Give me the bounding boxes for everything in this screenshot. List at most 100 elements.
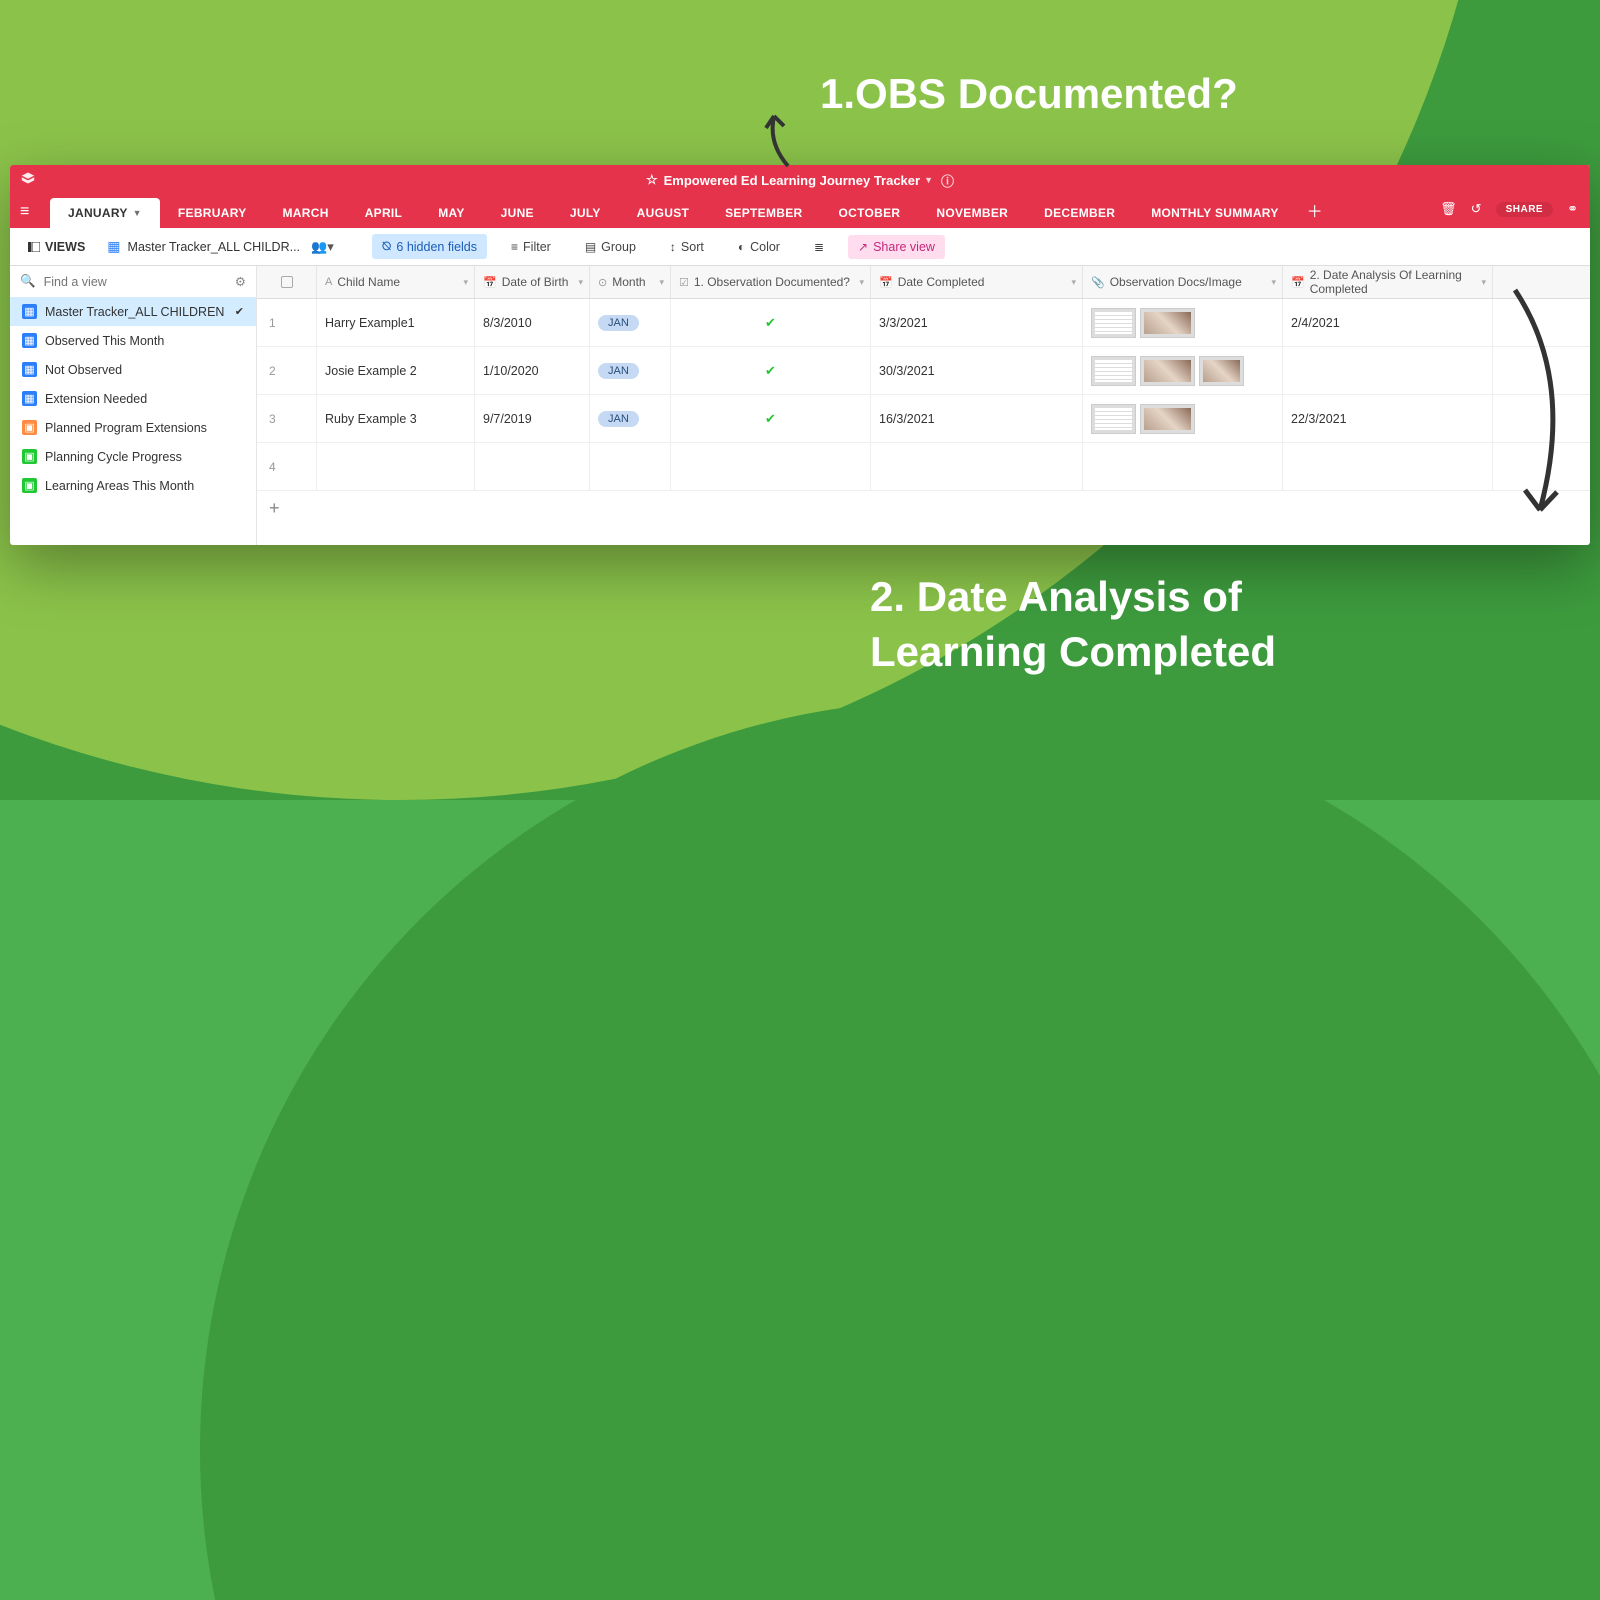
sidebar-view-planned-program-extensions[interactable]: ▣Planned Program Extensions: [10, 413, 256, 442]
cell-month[interactable]: JAN: [590, 395, 671, 442]
cell-obs[interactable]: ✔: [671, 299, 871, 346]
arrow-icon: [738, 108, 808, 178]
cell-name[interactable]: Josie Example 2: [317, 347, 475, 394]
search-input[interactable]: [44, 275, 227, 289]
cell-analysis[interactable]: [1283, 347, 1493, 394]
tab-october[interactable]: OCTOBER: [821, 198, 919, 228]
cell-month[interactable]: JAN: [590, 299, 671, 346]
attachment-thumb[interactable]: [1140, 356, 1195, 386]
tab-november[interactable]: NOVEMBER: [918, 198, 1026, 228]
table-row[interactable]: 4: [257, 443, 1590, 491]
cell-date-completed[interactable]: 16/3/2021: [871, 395, 1083, 442]
sidebar-view-planning-cycle-progress[interactable]: ▣Planning Cycle Progress: [10, 442, 256, 471]
sidebar-view-extension-needed[interactable]: ▦Extension Needed: [10, 384, 256, 413]
col-observation-documented[interactable]: ☑1. Observation Documented?▾: [671, 266, 871, 298]
cell-dob[interactable]: 9/7/2019: [475, 395, 590, 442]
attachment-thumb[interactable]: [1091, 356, 1136, 386]
grid-icon: ▦: [107, 238, 120, 255]
calendar-icon: 📅: [879, 276, 893, 289]
tab-monthly-summary[interactable]: MONTHLY SUMMARY: [1133, 198, 1296, 228]
attachment-thumb[interactable]: [1199, 356, 1244, 386]
people-icon[interactable]: 👥▾: [311, 239, 334, 255]
row-number[interactable]: 2: [257, 347, 317, 394]
group-button[interactable]: ▤Group: [575, 235, 646, 259]
filter-button[interactable]: ≡Filter: [501, 235, 561, 259]
tab-april[interactable]: APRIL: [347, 198, 421, 228]
sort-button[interactable]: ↕Sort: [660, 235, 714, 259]
tab-july[interactable]: JULY: [552, 198, 619, 228]
calendar-icon: 📅: [483, 276, 497, 289]
cell-dob[interactable]: 1/10/2020: [475, 347, 590, 394]
cell-dob[interactable]: 8/3/2010: [475, 299, 590, 346]
gear-icon[interactable]: ⚙: [235, 274, 246, 289]
chevron-down-icon[interactable]: ▼: [924, 175, 933, 185]
cell-dob[interactable]: [475, 443, 590, 490]
cell-obs[interactable]: [671, 443, 871, 490]
sidebar-view-learning-areas-this-month[interactable]: ▣Learning Areas This Month: [10, 471, 256, 500]
cell-date-completed[interactable]: 3/3/2021: [871, 299, 1083, 346]
tab-august[interactable]: AUGUST: [619, 198, 707, 228]
table-row[interactable]: 1Harry Example18/3/2010JAN✔3/3/2021 2/4/2…: [257, 299, 1590, 347]
cell-name[interactable]: [317, 443, 475, 490]
cell-analysis[interactable]: [1283, 443, 1493, 490]
col-child-name[interactable]: AChild Name▾: [317, 266, 475, 298]
col-date-completed[interactable]: 📅Date Completed▾: [871, 266, 1083, 298]
attachment-thumb[interactable]: [1091, 404, 1136, 434]
hidden-fields-button[interactable]: ⦰6 hidden fields: [372, 234, 487, 259]
cell-docs[interactable]: [1083, 395, 1283, 442]
cell-date-completed[interactable]: 30/3/2021: [871, 347, 1083, 394]
tables-tabs: ≡ JANUARY▼FEBRUARYMARCHAPRILMAYJUNEJULYA…: [10, 195, 1590, 228]
cell-docs[interactable]: [1083, 347, 1283, 394]
attachment-thumb[interactable]: [1091, 308, 1136, 338]
cell-docs[interactable]: [1083, 299, 1283, 346]
group-icon: ▤: [585, 240, 596, 254]
col-observation-docs[interactable]: 📎Observation Docs/Image▾: [1083, 266, 1283, 298]
tab-january[interactable]: JANUARY▼: [50, 198, 160, 228]
tab-december[interactable]: DECEMBER: [1026, 198, 1133, 228]
share-view-button[interactable]: ↗Share view: [848, 235, 945, 259]
check-icon: ✔: [765, 363, 776, 379]
row-number[interactable]: 1: [257, 299, 317, 346]
tab-february[interactable]: FEBRUARY: [160, 198, 265, 228]
star-icon[interactable]: ☆: [646, 172, 658, 188]
menu-icon[interactable]: ≡: [20, 203, 29, 221]
cell-month[interactable]: JAN: [590, 347, 671, 394]
attachment-thumb[interactable]: [1140, 308, 1195, 338]
sidebar-view-not-observed[interactable]: ▦Not Observed: [10, 355, 256, 384]
cell-date-completed[interactable]: [871, 443, 1083, 490]
add-row-button[interactable]: +: [257, 491, 1590, 525]
tab-march[interactable]: MARCH: [265, 198, 347, 228]
col-dob[interactable]: 📅Date of Birth▾: [475, 266, 590, 298]
row-number[interactable]: 4: [257, 443, 317, 490]
sidebar-view-observed-this-month[interactable]: ▦Observed This Month: [10, 326, 256, 355]
row-height-button[interactable]: ≣: [804, 235, 834, 259]
cell-obs[interactable]: ✔: [671, 347, 871, 394]
history-icon[interactable]: ↺: [1471, 201, 1482, 217]
attachment-thumb[interactable]: [1140, 404, 1195, 434]
share-button[interactable]: SHARE: [1496, 202, 1554, 217]
cell-name[interactable]: Harry Example1: [317, 299, 475, 346]
apps-icon[interactable]: ⚭: [1567, 201, 1578, 217]
views-button[interactable]: VIEWS: [20, 236, 93, 258]
table-row[interactable]: 3Ruby Example 39/7/2019JAN✔16/3/2021 22/3…: [257, 395, 1590, 443]
cell-month[interactable]: [590, 443, 671, 490]
tab-september[interactable]: SEPTEMBER: [707, 198, 820, 228]
current-view-name[interactable]: ▦ Master Tracker_ALL CHILDR... 👥▾: [107, 238, 333, 255]
color-button[interactable]: ◐Color: [728, 235, 790, 259]
select-all-cell[interactable]: [257, 266, 317, 298]
sidebar-view-master-tracker-all-children[interactable]: ▦Master Tracker_ALL CHILDREN✔: [10, 297, 256, 326]
cell-obs[interactable]: ✔: [671, 395, 871, 442]
col-month[interactable]: ⊙Month▾: [590, 266, 671, 298]
table-row[interactable]: 2Josie Example 21/10/2020JAN ✔ 30/3/2021: [257, 347, 1590, 395]
col-date-analysis[interactable]: 📅2. Date Analysis Of Learning Completed▾: [1283, 266, 1493, 298]
tab-may[interactable]: MAY: [420, 198, 482, 228]
cell-analysis[interactable]: 2/4/2021: [1283, 299, 1493, 346]
info-icon[interactable]: ⓘ: [941, 171, 954, 190]
trash-icon[interactable]: 🗑: [1440, 201, 1457, 217]
cell-analysis[interactable]: 22/3/2021: [1283, 395, 1493, 442]
tab-june[interactable]: JUNE: [483, 198, 552, 228]
cell-name[interactable]: Ruby Example 3: [317, 395, 475, 442]
add-table-button[interactable]: ＋: [1297, 192, 1333, 228]
row-number[interactable]: 3: [257, 395, 317, 442]
cell-docs[interactable]: [1083, 443, 1283, 490]
